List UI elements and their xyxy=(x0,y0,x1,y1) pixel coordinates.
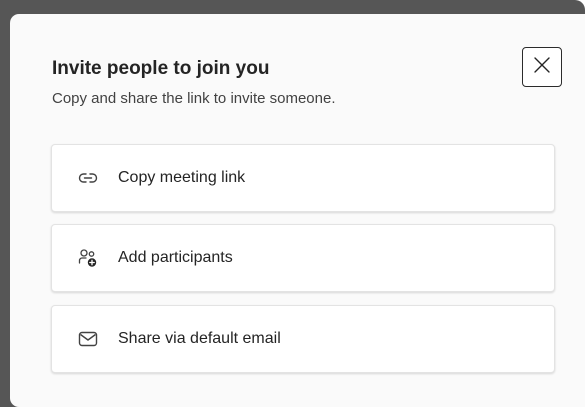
dialog-subtitle: Copy and share the link to invite someon… xyxy=(52,90,336,107)
copy-meeting-link-button[interactable]: Copy meeting link xyxy=(51,144,555,212)
add-participants-button[interactable]: Add participants xyxy=(51,224,555,292)
dialog-title: Invite people to join you xyxy=(52,58,270,79)
share-via-email-button[interactable]: Share via default email xyxy=(51,305,555,373)
close-button[interactable] xyxy=(522,47,562,87)
share-via-email-label: Share via default email xyxy=(118,330,281,347)
mail-icon xyxy=(77,328,99,350)
add-participants-label: Add participants xyxy=(118,249,233,266)
add-people-icon xyxy=(77,247,99,269)
copy-meeting-link-label: Copy meeting link xyxy=(118,169,246,186)
invite-dialog: Invite people to join you Copy and share… xyxy=(10,14,585,407)
link-icon xyxy=(77,167,99,189)
close-icon xyxy=(533,56,551,79)
